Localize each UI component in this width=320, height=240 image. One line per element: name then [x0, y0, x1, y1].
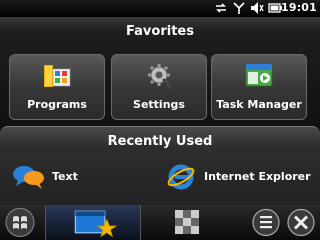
battery-icon[interactable] — [268, 1, 282, 15]
tile-settings[interactable]: Settings — [111, 54, 207, 120]
favorites-title: Favorites — [126, 24, 194, 39]
tile-label: Settings — [133, 98, 185, 111]
status-bar: 19:01 — [0, 0, 320, 17]
tile-label: Task Manager — [216, 98, 302, 111]
recent-item-label: Text — [52, 170, 78, 183]
tile-label: Programs — [27, 98, 87, 111]
recently-used-panel: Recently Used Text Internet Explorer — [0, 126, 320, 206]
recent-item-internet-explorer[interactable]: Internet Explorer — [166, 163, 316, 190]
recent-item-text[interactable]: Text — [12, 163, 92, 189]
task-manager-icon — [245, 63, 273, 87]
clock[interactable]: 19:01 — [281, 1, 317, 14]
programs-icon — [44, 65, 71, 87]
settings-icon — [148, 64, 173, 89]
signal-icon[interactable] — [232, 1, 246, 15]
volume-off-icon[interactable] — [250, 1, 264, 15]
windows-start-icon[interactable] — [3, 207, 37, 238]
text-messaging-icon — [13, 166, 44, 189]
recent-item-label: Internet Explorer — [204, 170, 311, 183]
start-screen: Favorites Programs Settings Task Manager… — [0, 17, 320, 206]
menu-icon[interactable] — [251, 207, 281, 238]
status-icons — [214, 1, 282, 15]
favorites-tiles: Programs Settings Task Manager — [8, 54, 312, 124]
internet-explorer-icon — [167, 164, 195, 190]
tile-task-manager[interactable]: Task Manager — [211, 54, 307, 120]
sync-icon[interactable] — [214, 1, 228, 15]
taskbar — [0, 205, 320, 240]
favorites-tab-icon[interactable] — [45, 205, 141, 240]
apps-tab-icon[interactable] — [170, 207, 204, 238]
tile-programs[interactable]: Programs — [9, 54, 105, 120]
close-icon[interactable] — [285, 207, 317, 238]
recently-used-title: Recently Used — [107, 134, 213, 149]
